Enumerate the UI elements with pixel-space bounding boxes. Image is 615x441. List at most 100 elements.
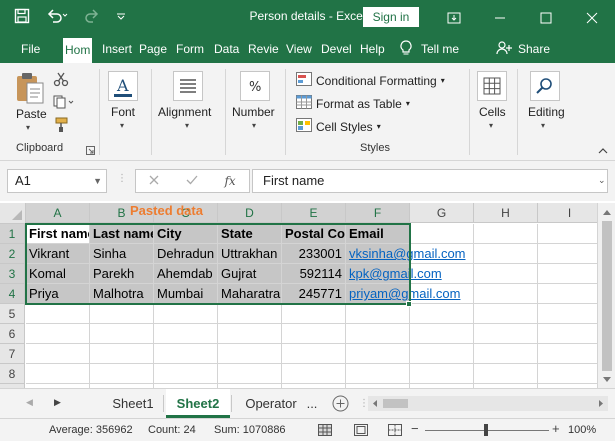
cells-group-button[interactable]: Cells: [479, 105, 506, 119]
customize-qat-icon[interactable]: [116, 11, 126, 21]
paste-dropdown-icon[interactable]: ▾: [26, 123, 30, 132]
font-icon[interactable]: A: [108, 71, 138, 101]
ribbon-display-options-icon[interactable]: [431, 0, 477, 35]
scroll-sheets-right-icon[interactable]: ▶: [54, 397, 61, 408]
cell-e1[interactable]: Postal Cod: [282, 224, 346, 244]
row-header-5[interactable]: 5: [0, 304, 25, 324]
alignment-dropdown-icon[interactable]: ▾: [185, 121, 189, 130]
format-as-table-button[interactable]: Format as Table ▾: [296, 95, 410, 112]
tell-me-search[interactable]: Tell me: [400, 35, 459, 63]
column-header-i[interactable]: I: [538, 203, 602, 223]
redo-icon[interactable]: [84, 8, 100, 24]
conditional-formatting-button[interactable]: Conditional Formatting ▾: [296, 72, 445, 89]
collapse-ribbon-icon[interactable]: [598, 144, 608, 158]
add-sheet-icon[interactable]: [332, 395, 349, 415]
font-dropdown-icon[interactable]: ▾: [120, 121, 124, 130]
cell-f4-link[interactable]: priyam@gmail.com: [346, 284, 496, 304]
confirm-entry-icon[interactable]: [186, 174, 198, 188]
name-box[interactable]: A1 ▼: [7, 169, 107, 193]
sheet-tab-operator[interactable]: Operator: [236, 389, 306, 418]
cell-d1[interactable]: State: [218, 224, 282, 244]
cells-icon[interactable]: [477, 71, 507, 101]
zoom-level[interactable]: 100%: [568, 424, 596, 436]
cell-a4[interactable]: Priya: [26, 284, 90, 304]
save-icon[interactable]: [14, 8, 30, 24]
cell-c2[interactable]: Dehradun: [154, 244, 218, 264]
expand-formula-bar-icon[interactable]: ⌄: [598, 175, 606, 186]
cell-a2[interactable]: Vikrant: [26, 244, 90, 264]
column-header-d[interactable]: D: [218, 203, 282, 223]
minimize-icon[interactable]: [477, 0, 523, 35]
fill-handle[interactable]: [406, 301, 412, 307]
cell-a3[interactable]: Komal: [26, 264, 90, 284]
editing-dropdown-icon[interactable]: ▾: [541, 121, 545, 130]
cell-c3[interactable]: Ahemdab: [154, 264, 218, 284]
close-icon[interactable]: [569, 0, 615, 35]
row-header-2[interactable]: 2: [0, 244, 25, 264]
cell-b1[interactable]: Last name: [90, 224, 154, 244]
zoom-slider-thumb[interactable]: [484, 424, 488, 436]
font-group-button[interactable]: Font: [111, 105, 135, 119]
paste-icon[interactable]: [14, 71, 46, 108]
sheet-tab-sheet2[interactable]: Sheet2: [166, 389, 230, 418]
tab-page-layout[interactable]: Page: [139, 35, 167, 63]
row-header-7[interactable]: 7: [0, 344, 25, 364]
tab-insert[interactable]: Insert: [102, 35, 132, 63]
column-header-g[interactable]: G: [410, 203, 474, 223]
cell-b3[interactable]: Parekh: [90, 264, 154, 284]
cell-styles-button[interactable]: Cell Styles ▾: [296, 118, 381, 135]
undo-icon[interactable]: [46, 8, 68, 24]
cancel-entry-icon[interactable]: [149, 174, 159, 188]
maximize-icon[interactable]: [523, 0, 569, 35]
zoom-in-icon[interactable]: +: [552, 421, 560, 436]
select-all-button[interactable]: [0, 203, 26, 224]
row-header-1[interactable]: 1: [0, 224, 25, 244]
normal-view-icon[interactable]: [318, 424, 332, 439]
clipboard-launcher-icon[interactable]: [86, 144, 95, 158]
sheet-tab-sheet1[interactable]: Sheet1: [104, 389, 162, 418]
tab-developer[interactable]: Devel: [321, 35, 352, 63]
cell-d4[interactable]: Maharatra: [218, 284, 282, 304]
cell-f3-link[interactable]: kpk@gmail.com: [346, 264, 496, 284]
tab-review[interactable]: Revie: [248, 35, 279, 63]
horizontal-scrollbar[interactable]: [368, 396, 608, 411]
drag-handle-icon[interactable]: ⋮: [117, 173, 127, 184]
cell-b2[interactable]: Sinha: [90, 244, 154, 264]
cell-d2[interactable]: Uttrakhan: [218, 244, 282, 264]
cell-f1[interactable]: Email: [346, 224, 410, 244]
zoom-out-icon[interactable]: −: [411, 421, 419, 436]
column-header-e[interactable]: E: [282, 203, 346, 223]
column-header-a[interactable]: A: [26, 203, 90, 223]
alignment-icon[interactable]: [173, 71, 203, 101]
copy-icon[interactable]: [53, 95, 75, 112]
number-dropdown-icon[interactable]: ▾: [252, 121, 256, 130]
tab-file[interactable]: File: [21, 35, 40, 63]
scroll-sheets-left-icon[interactable]: ◀: [26, 397, 33, 408]
tab-home[interactable]: Hom: [63, 38, 93, 63]
number-group-button[interactable]: Number: [232, 105, 275, 119]
row-header-3[interactable]: 3: [0, 264, 25, 284]
cell-c4[interactable]: Mumbai: [154, 284, 218, 304]
share-button[interactable]: Share: [496, 35, 550, 63]
number-format-icon[interactable]: %: [240, 71, 270, 101]
formula-input[interactable]: First name: [252, 169, 608, 193]
insert-function-icon[interactable]: fx: [224, 174, 235, 188]
tab-formulas[interactable]: Form: [176, 35, 204, 63]
row-header-8[interactable]: 8: [0, 364, 25, 384]
page-break-preview-icon[interactable]: [388, 424, 402, 439]
chevron-down-icon[interactable]: ▼: [93, 170, 102, 192]
vertical-scrollbar[interactable]: [597, 203, 615, 388]
editing-icon[interactable]: [530, 71, 560, 101]
cell-e2[interactable]: 233001: [282, 244, 346, 264]
row-header-6[interactable]: 6: [0, 324, 25, 344]
tab-data[interactable]: Data: [214, 35, 239, 63]
cell-c1[interactable]: City: [154, 224, 218, 244]
active-cell-a1[interactable]: First name: [26, 224, 90, 244]
column-header-h[interactable]: H: [474, 203, 538, 223]
cell-f2-link[interactable]: vksinha@gmail.com: [346, 244, 496, 264]
paste-button-label[interactable]: Paste: [16, 107, 47, 121]
cell-d3[interactable]: Gujrat: [218, 264, 282, 284]
cells-dropdown-icon[interactable]: ▾: [489, 121, 493, 130]
tab-help[interactable]: Help: [360, 35, 385, 63]
cell-e4[interactable]: 245771: [282, 284, 346, 304]
